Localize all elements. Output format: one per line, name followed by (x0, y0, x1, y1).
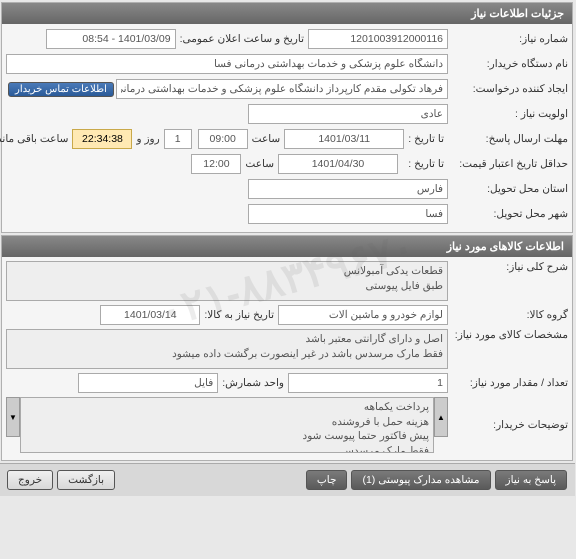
qty-label: تعداد / مقدار مورد نیاز: (449, 377, 569, 389)
contact-buyer-button[interactable]: اطلاعات تماس خریدار (9, 82, 115, 97)
panel1-header: جزئیات اطلاعات نیاز (3, 3, 573, 24)
priority-label: اولویت نیاز : (449, 108, 569, 120)
province-label: استان محل تحویل: (449, 183, 569, 195)
qty-field (289, 373, 449, 393)
exit-button[interactable]: خروج (8, 470, 54, 490)
group-field (279, 305, 449, 325)
creator-label: ایجاد کننده درخواست: (449, 83, 569, 95)
back-button[interactable]: بازگشت (58, 470, 116, 490)
price-valid-date-field (279, 154, 399, 174)
org-field (7, 54, 449, 74)
priority-field (249, 104, 449, 124)
city-label: شهر محل تحویل: (449, 208, 569, 220)
announce-field (47, 29, 177, 49)
province-field (249, 179, 449, 199)
unit-field (79, 373, 219, 393)
need-date-field (101, 305, 201, 325)
view-attachments-button[interactable]: مشاهده مدارک پیوستی (1) (352, 470, 491, 490)
price-valid-time-field (192, 154, 242, 174)
print-button[interactable]: چاپ (307, 470, 349, 490)
unit-label: واحد شمارش: (219, 377, 289, 389)
panel2-header: اطلاعات کالاهای مورد نیاز (3, 236, 573, 257)
buyer-notes-field (21, 397, 435, 453)
days-and-label: روز و (133, 133, 164, 145)
scroll-down-icon[interactable]: ▼ (7, 397, 21, 437)
scroll-up-icon[interactable]: ▲ (435, 397, 449, 437)
org-label: نام دستگاه خریدار: (449, 58, 569, 70)
to-date-label-1: تا تاریخ : (405, 133, 449, 145)
group-label: گروه کالا: (449, 309, 569, 321)
footer-bar: پاسخ به نیاز مشاهده مدارک پیوستی (1) چاپ… (0, 463, 576, 496)
need-date-label: تاریخ نیاز به کالا: (201, 309, 279, 321)
reply-date-field (285, 129, 405, 149)
time-label-1: ساعت (249, 133, 286, 145)
city-field (249, 204, 449, 224)
spec-field (7, 329, 449, 369)
desc-label: شرح کلی نیاز: (449, 261, 569, 273)
buyer-notes-label: توضیحات خریدار: (449, 419, 569, 431)
goods-info-panel: اطلاعات کالاهای مورد نیاز شرح کلی نیاز: … (2, 235, 574, 461)
reply-deadline-label: مهلت ارسال پاسخ: (449, 133, 569, 145)
reply-time-field (199, 129, 249, 149)
spec-label: مشخصات کالای مورد نیاز: (449, 329, 569, 341)
creator-field (117, 79, 449, 99)
need-no-label: شماره نیاز: (449, 33, 569, 45)
need-no-field (309, 29, 449, 49)
remain-label: ساعت باقی مانده (0, 133, 73, 145)
price-valid-label: حداقل تاریخ اعتبار قیمت: (449, 158, 569, 170)
time-label-2: ساعت (242, 158, 279, 170)
desc-field (7, 261, 449, 301)
remain-time-field (73, 129, 133, 149)
announce-label: تاریخ و ساعت اعلان عمومی: (177, 33, 309, 45)
to-date-label-2: تا تاریخ : (399, 158, 449, 170)
remain-days-field (165, 129, 193, 149)
need-details-panel: جزئیات اطلاعات نیاز شماره نیاز: تاریخ و … (2, 2, 574, 233)
reply-need-button[interactable]: پاسخ به نیاز (496, 470, 568, 490)
